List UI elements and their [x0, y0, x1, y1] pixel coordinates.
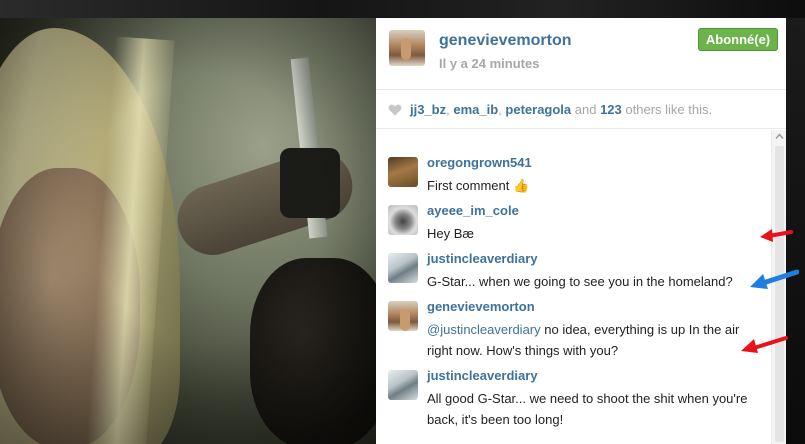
comment-text: G-Star... when we going to see you in th… [427, 274, 733, 289]
commenter-avatar[interactable] [388, 205, 418, 235]
heart-icon[interactable] [388, 103, 402, 117]
commenter-username[interactable]: ayeee_im_cole [427, 203, 519, 218]
mention-link[interactable]: @justincleaverdiary [427, 322, 541, 337]
post-detail-panel: genevievemorton Il y a 24 minutes Abonné… [376, 18, 786, 444]
liker-link[interactable]: peteragola [505, 102, 571, 117]
liker-link[interactable]: ema_ib [453, 102, 498, 117]
scroll-up-icon[interactable] [775, 132, 784, 141]
post-photo[interactable] [0, 18, 376, 444]
liker-link[interactable]: jj3_bz [410, 102, 446, 117]
scrollbar-thumb[interactable] [775, 146, 784, 442]
page-backdrop-top [0, 0, 805, 18]
author-username[interactable]: genevievemorton [439, 32, 571, 50]
commenter-username[interactable]: justincleaverdiary [427, 251, 538, 266]
blue-arrow-icon [750, 269, 799, 289]
red-arrow-icon [741, 336, 788, 353]
author-avatar[interactable] [389, 30, 425, 66]
likes-count[interactable]: 123 [600, 102, 622, 117]
red-arrow-icon [760, 229, 793, 242]
comment-text: Hey Bæ [427, 226, 474, 241]
follow-button[interactable]: Abonné(e) [698, 28, 778, 51]
commenter-avatar[interactable] [388, 370, 418, 400]
commenter-avatar[interactable] [388, 157, 418, 187]
comments-list: oregongrown541 First comment 👍 ayeee_im_… [376, 130, 770, 444]
commenter-avatar[interactable] [388, 301, 418, 331]
likes-summary: jj3_bz, ema_ib, peteragola and 123 other… [410, 102, 713, 117]
post-timestamp[interactable]: Il y a 24 minutes [439, 56, 539, 71]
comment-text: @justincleaverdiary no idea, everything … [427, 322, 740, 358]
post-header: genevievemorton Il y a 24 minutes Abonné… [376, 18, 786, 90]
commenter-username[interactable]: oregongrown541 [427, 155, 532, 170]
comment-text: First comment 👍 [427, 178, 530, 193]
commenter-avatar[interactable] [388, 253, 418, 283]
commenter-username[interactable]: justincleaverdiary [427, 368, 538, 383]
comment-text: All good G-Star... we need to shoot the … [427, 391, 748, 427]
likes-row: jj3_bz, ema_ib, peteragola and 123 other… [376, 91, 786, 129]
commenter-username[interactable]: genevievemorton [427, 299, 535, 314]
